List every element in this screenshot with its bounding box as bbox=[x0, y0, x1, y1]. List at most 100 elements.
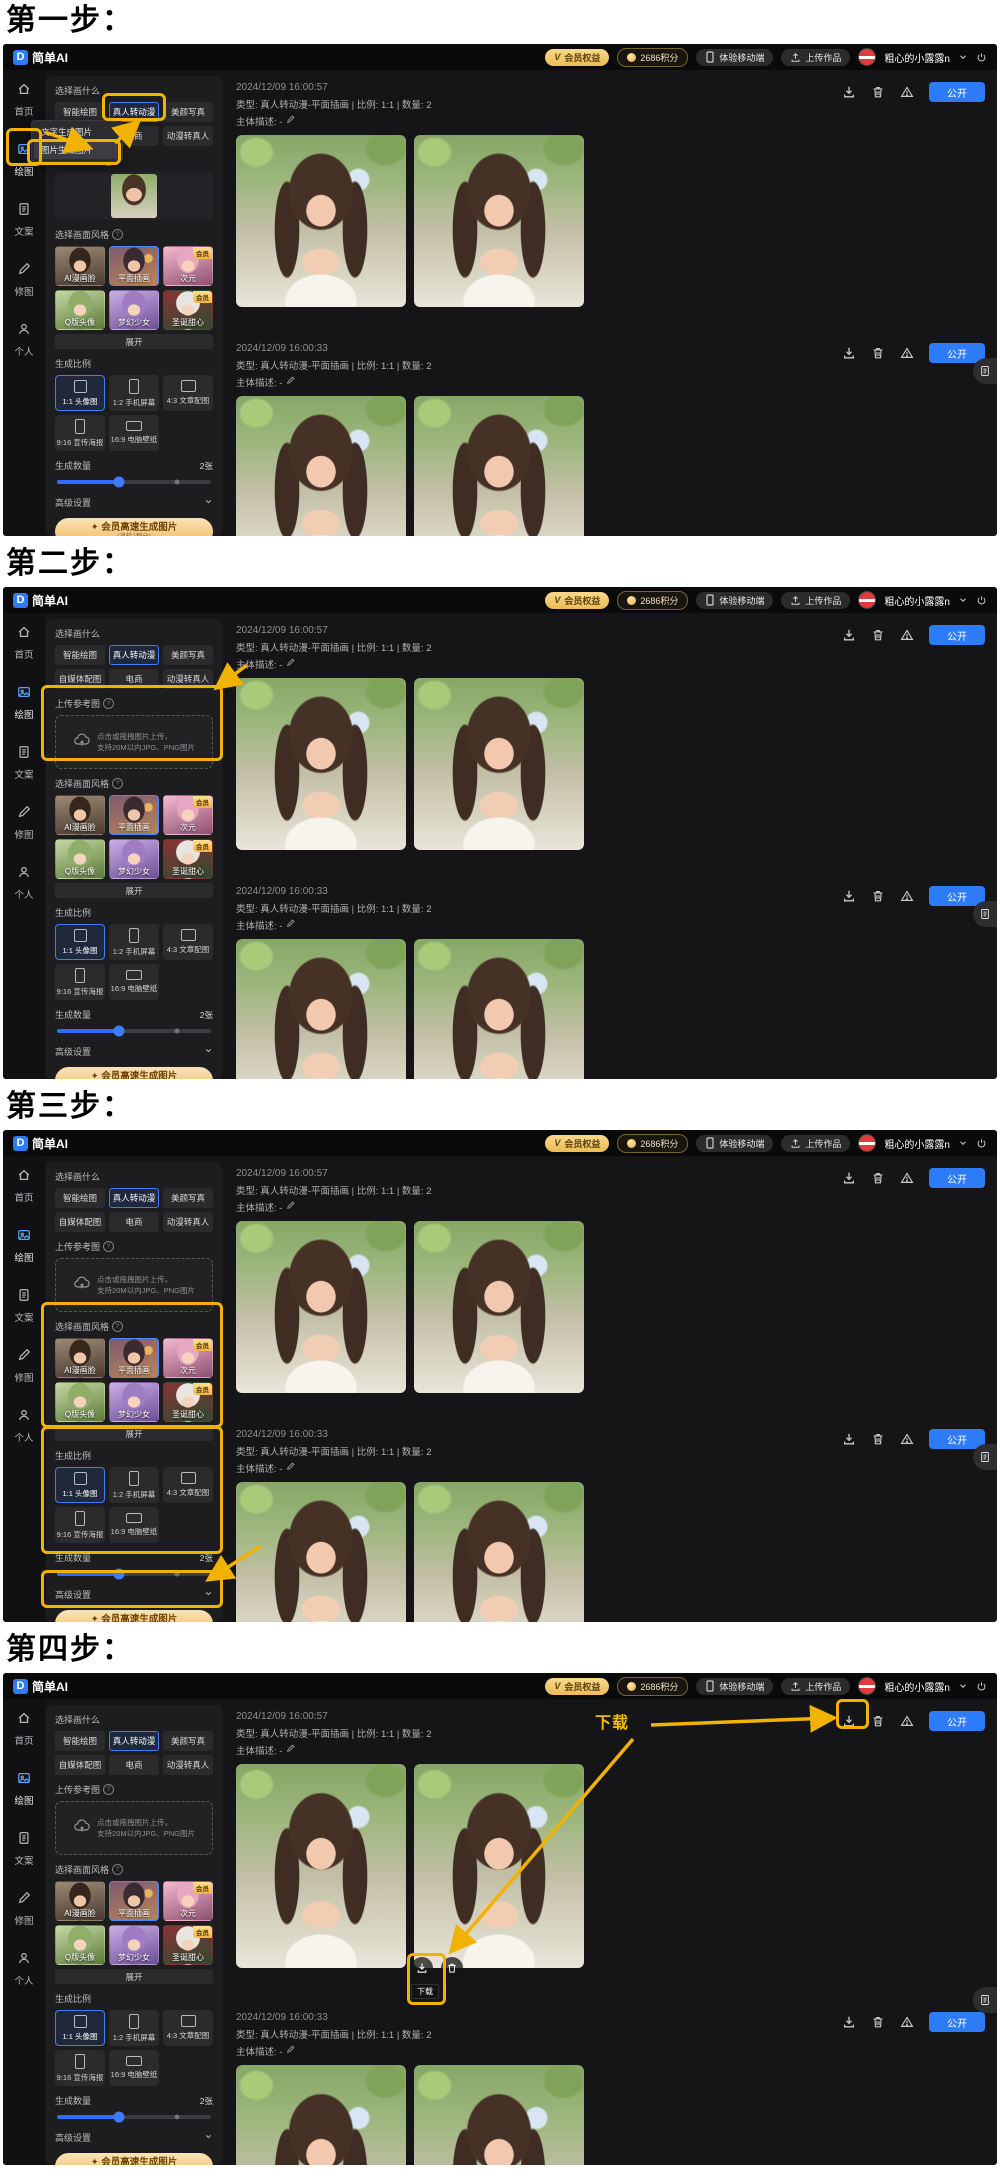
ratio-1-2[interactable]: 1:2 手机屏幕 bbox=[109, 2010, 159, 2046]
choose-option-photo-to-anime[interactable]: 真人转动漫 bbox=[109, 1731, 159, 1751]
style-tile-dream-girl[interactable]: 梦幻少女 bbox=[109, 1382, 159, 1422]
style-tile-dream-girl[interactable]: 梦幻少女 bbox=[109, 290, 159, 330]
generated-image-1[interactable] bbox=[236, 135, 406, 307]
generate-button[interactable]: ✦ 会员高速生成图片 (消耗2积分) bbox=[55, 2153, 213, 2165]
generated-image-2[interactable] bbox=[414, 1764, 584, 1968]
generated-image-2[interactable] bbox=[414, 678, 584, 850]
dropdown-item-image-to-image[interactable]: 图片生成图片 bbox=[34, 141, 120, 159]
delete-icon[interactable] bbox=[871, 346, 885, 360]
publish-button[interactable]: 公开 bbox=[929, 82, 985, 102]
generated-image-2[interactable] bbox=[414, 1482, 584, 1622]
report-icon[interactable] bbox=[900, 1171, 914, 1185]
choose-option-ecommerce[interactable]: 电商 bbox=[109, 669, 159, 689]
user-avatar[interactable] bbox=[858, 591, 876, 609]
choose-option-smart-draw[interactable]: 智能绘图 bbox=[55, 102, 105, 122]
generated-image-1[interactable] bbox=[236, 2065, 406, 2165]
ratio-1-1[interactable]: 1:1 头像图 bbox=[55, 1467, 105, 1503]
upload-works-button[interactable]: 上传作品 bbox=[781, 592, 850, 609]
choose-option-media-illustration[interactable]: 自媒体配图 bbox=[55, 1212, 105, 1232]
download-icon[interactable] bbox=[842, 346, 856, 360]
mobile-app-button[interactable]: 体验移动端 bbox=[696, 49, 773, 66]
sidebar-item-home[interactable]: 首页 bbox=[14, 1168, 33, 1204]
app-logo[interactable]: D 简单AI bbox=[13, 1135, 68, 1152]
report-icon[interactable] bbox=[900, 1714, 914, 1728]
upload-works-button[interactable]: 上传作品 bbox=[781, 1678, 850, 1695]
choose-option-ecommerce[interactable]: 电商 bbox=[109, 1755, 159, 1775]
download-icon[interactable] bbox=[842, 889, 856, 903]
choose-option-anime-to-photo[interactable]: 动漫转真人 bbox=[163, 669, 213, 689]
edit-icon[interactable] bbox=[286, 1201, 295, 1213]
choose-option-media-illustration[interactable]: 自媒体配图 bbox=[55, 1755, 105, 1775]
choose-option-media-illustration[interactable]: 自媒体配图 bbox=[55, 669, 105, 689]
image-delete-icon[interactable] bbox=[441, 1957, 463, 1979]
feedback-doc-button[interactable] bbox=[973, 1987, 997, 2013]
ratio-4-3[interactable]: 4:3 文章配图 bbox=[163, 1467, 213, 1503]
style-tile-christmas[interactable]: 会员圣诞甜心 bbox=[163, 1382, 213, 1422]
style-tile-flat-illustration[interactable]: 平面插画 bbox=[109, 1881, 159, 1921]
generated-image-1[interactable] bbox=[236, 939, 406, 1079]
choose-option-photo-to-anime[interactable]: 真人转动漫 bbox=[109, 102, 159, 122]
feedback-doc-button[interactable] bbox=[973, 901, 997, 927]
publish-button[interactable]: 公开 bbox=[929, 886, 985, 906]
expand-button[interactable]: 展开 bbox=[55, 1969, 213, 1984]
sidebar-item-copywriting[interactable]: 文案 bbox=[14, 1288, 33, 1324]
advanced-settings[interactable]: 高级设置 bbox=[55, 1045, 213, 1058]
choose-option-smart-draw[interactable]: 智能绘图 bbox=[55, 645, 105, 665]
sidebar-item-copywriting[interactable]: 文案 bbox=[14, 202, 33, 238]
generate-button[interactable]: ✦ 会员高速生成图片 (消耗2积分) bbox=[55, 1067, 213, 1079]
user-avatar[interactable] bbox=[858, 1134, 876, 1152]
sidebar-item-retouch[interactable]: 修图 bbox=[14, 262, 33, 298]
member-benefits-button[interactable]: V 会员权益 bbox=[545, 1678, 609, 1695]
credits-button[interactable]: 2686积分 bbox=[617, 48, 688, 67]
slider-knob[interactable] bbox=[113, 1569, 124, 1580]
generated-image-2[interactable] bbox=[414, 2065, 584, 2165]
ratio-1-2[interactable]: 1:2 手机屏幕 bbox=[109, 924, 159, 960]
mobile-app-button[interactable]: 体验移动端 bbox=[696, 1135, 773, 1152]
mobile-app-button[interactable]: 体验移动端 bbox=[696, 1678, 773, 1695]
feedback-doc-button[interactable] bbox=[973, 358, 997, 384]
style-tile-ai-comic-face[interactable]: AI漫画脸 bbox=[55, 1338, 105, 1378]
delete-icon[interactable] bbox=[871, 628, 885, 642]
upload-dropzone[interactable]: 点击或拖拽图片上传， 支持20M以内JPG、PNG图片 bbox=[55, 1801, 213, 1855]
sidebar-item-home[interactable]: 首页 bbox=[14, 625, 33, 661]
style-tile-christmas[interactable]: 会员圣诞甜心 bbox=[163, 1925, 213, 1965]
chevron-down-icon[interactable] bbox=[958, 1681, 968, 1691]
download-icon[interactable] bbox=[842, 1171, 856, 1185]
mobile-app-button[interactable]: 体验移动端 bbox=[696, 592, 773, 609]
ratio-9-16[interactable]: 9:16 宣传海报 bbox=[55, 415, 105, 451]
sidebar-item-personal[interactable]: 个人 bbox=[14, 322, 33, 358]
credits-button[interactable]: 2686积分 bbox=[617, 1134, 688, 1153]
report-icon[interactable] bbox=[900, 346, 914, 360]
generated-image-1[interactable] bbox=[236, 396, 406, 536]
expand-button[interactable]: 展开 bbox=[55, 883, 213, 898]
uploaded-thumb[interactable] bbox=[55, 172, 213, 220]
upload-dropzone[interactable]: 点击或拖拽图片上传， 支持20M以内JPG、PNG图片 bbox=[55, 1258, 213, 1312]
ratio-1-1[interactable]: 1:1 头像图 bbox=[55, 924, 105, 960]
ratio-9-16[interactable]: 9:16 宣传海报 bbox=[55, 964, 105, 1000]
slider-knob[interactable] bbox=[113, 1026, 124, 1037]
style-tile-flat-illustration[interactable]: 平面插画 bbox=[109, 1338, 159, 1378]
member-benefits-button[interactable]: V 会员权益 bbox=[545, 592, 609, 609]
download-icon[interactable] bbox=[842, 1714, 856, 1728]
choose-option-beauty-photo[interactable]: 美颜写真 bbox=[163, 1731, 213, 1751]
edit-icon[interactable] bbox=[286, 658, 295, 670]
choose-option-smart-draw[interactable]: 智能绘图 bbox=[55, 1731, 105, 1751]
ratio-4-3[interactable]: 4:3 文章配图 bbox=[163, 375, 213, 411]
app-logo[interactable]: D 简单AI bbox=[13, 49, 68, 66]
sidebar-item-retouch[interactable]: 修图 bbox=[14, 805, 33, 841]
delete-icon[interactable] bbox=[871, 2015, 885, 2029]
chevron-down-icon[interactable] bbox=[958, 595, 968, 605]
edit-icon[interactable] bbox=[286, 1462, 295, 1474]
slider-knob[interactable] bbox=[113, 477, 124, 488]
ratio-9-16[interactable]: 9:16 宣传海报 bbox=[55, 1507, 105, 1543]
ratio-1-2[interactable]: 1:2 手机屏幕 bbox=[109, 375, 159, 411]
publish-button[interactable]: 公开 bbox=[929, 2012, 985, 2032]
ratio-4-3[interactable]: 4:3 文章配图 bbox=[163, 924, 213, 960]
generated-image-1[interactable] bbox=[236, 1221, 406, 1393]
ratio-16-9[interactable]: 16:9 电脑壁纸 bbox=[109, 415, 159, 451]
style-tile-ciyuan[interactable]: 会员次元 bbox=[163, 795, 213, 835]
edit-icon[interactable] bbox=[286, 376, 295, 388]
style-tile-ciyuan[interactable]: 会员次元 bbox=[163, 1338, 213, 1378]
generate-button[interactable]: ✦ 会员高速生成图片 (消耗2积分) bbox=[55, 518, 213, 536]
report-icon[interactable] bbox=[900, 85, 914, 99]
